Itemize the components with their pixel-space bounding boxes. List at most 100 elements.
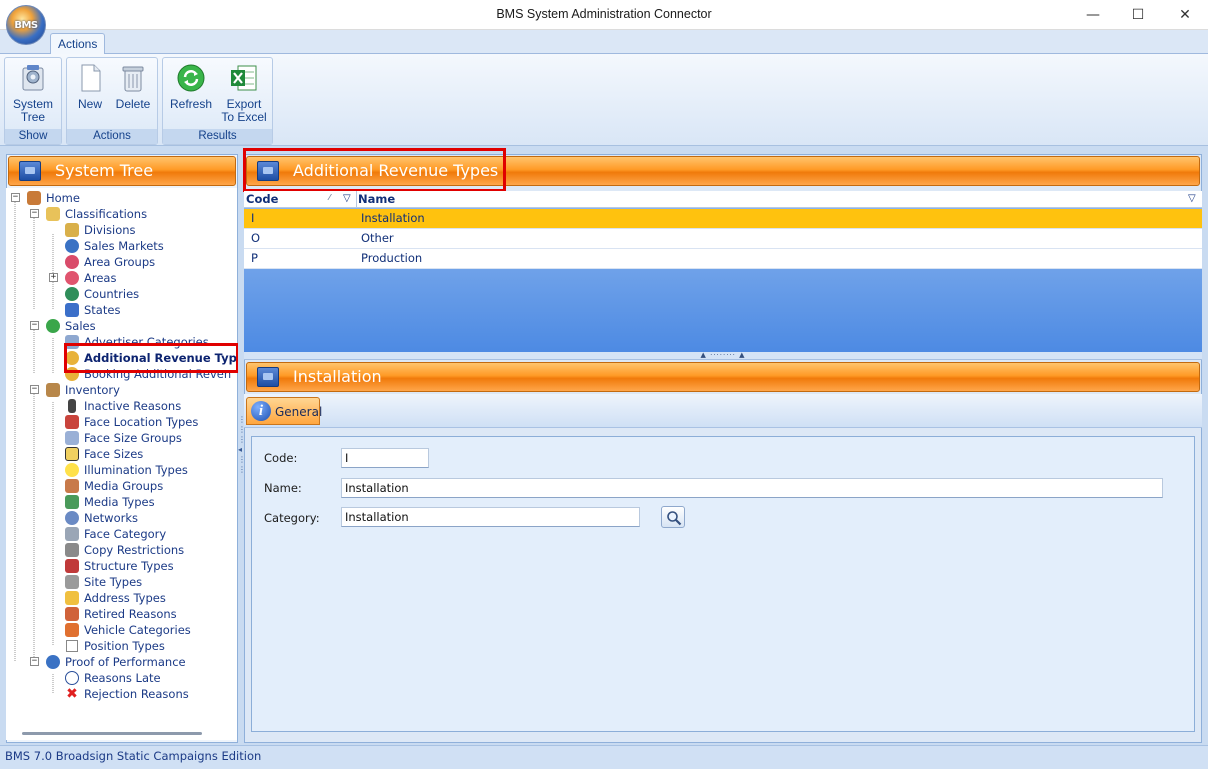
system-tree-button[interactable]: System Tree bbox=[9, 60, 57, 128]
globe-icon bbox=[65, 239, 79, 253]
retired-icon bbox=[65, 607, 79, 621]
expander-areas[interactable]: + bbox=[49, 273, 58, 282]
ribbon: System Tree Show New Delete Actions Refr… bbox=[0, 54, 1208, 146]
magnifier-icon bbox=[667, 511, 682, 526]
envelope-icon bbox=[65, 591, 79, 605]
category-icon bbox=[65, 335, 79, 349]
ribbon-tab-row: Actions bbox=[0, 30, 1208, 55]
system-tree-label-2: Tree bbox=[20, 110, 46, 124]
grid-title: Additional Revenue Types bbox=[293, 161, 499, 180]
expander-sales[interactable]: − bbox=[30, 321, 39, 330]
category-lookup-button[interactable] bbox=[661, 506, 685, 528]
puzzle-icon bbox=[65, 303, 79, 317]
expander-home[interactable]: − bbox=[11, 193, 20, 202]
expander-classifications[interactable]: − bbox=[30, 209, 39, 218]
folder-icon bbox=[257, 161, 279, 181]
column-header-code[interactable]: Code bbox=[246, 192, 278, 206]
trash-icon bbox=[122, 66, 144, 92]
filter-icon-name[interactable]: ▽ bbox=[1188, 193, 1196, 204]
ribbon-group-label-actions: Actions bbox=[67, 129, 157, 144]
coin-icon bbox=[65, 351, 79, 365]
media-types-icon bbox=[65, 495, 79, 509]
close-button[interactable]: ✕ bbox=[1162, 0, 1208, 30]
house-icon bbox=[65, 415, 79, 429]
structure-icon bbox=[65, 559, 79, 573]
traffic-light-icon bbox=[68, 399, 76, 413]
coin-icon bbox=[65, 367, 79, 381]
category-field[interactable]: Installation bbox=[341, 507, 640, 527]
network-icon bbox=[65, 511, 79, 525]
grid-header-bar: Additional Revenue Types bbox=[246, 156, 1200, 186]
ribbon-group-results: Refresh Export To Excel Results bbox=[162, 57, 273, 145]
code-field[interactable]: I bbox=[341, 448, 429, 468]
new-document-icon bbox=[81, 64, 101, 92]
face-category-icon bbox=[65, 527, 79, 541]
media-groups-icon bbox=[65, 479, 79, 493]
column-separator[interactable] bbox=[356, 191, 357, 208]
refresh-button[interactable]: Refresh bbox=[167, 60, 215, 128]
folder-icon bbox=[19, 161, 41, 181]
clock-icon bbox=[65, 671, 79, 685]
lock-icon bbox=[65, 543, 79, 557]
info-icon: i bbox=[251, 401, 271, 421]
divisions-icon bbox=[65, 223, 79, 237]
ribbon-group-show: System Tree Show bbox=[4, 57, 62, 145]
table-row[interactable]: O Other bbox=[244, 229, 1202, 249]
ribbon-group-label-show: Show bbox=[5, 129, 61, 144]
table-row[interactable]: P Production bbox=[244, 249, 1202, 269]
table-row[interactable]: I Installation bbox=[244, 209, 1202, 229]
filter-icon-code[interactable]: ▽ bbox=[343, 193, 351, 204]
ribbon-group-label-results: Results bbox=[163, 129, 272, 144]
ribbon-group-actions: New Delete Actions bbox=[66, 57, 158, 145]
tab-general[interactable]: i General bbox=[246, 397, 323, 425]
money-icon bbox=[46, 319, 60, 333]
new-button[interactable]: New bbox=[71, 60, 109, 128]
orb-logo-text: BMS bbox=[14, 19, 38, 31]
home-icon bbox=[27, 191, 41, 205]
resize-icon bbox=[65, 447, 79, 461]
window-title: BMS System Administration Connector bbox=[496, 7, 712, 21]
delete-label: Delete bbox=[115, 97, 151, 111]
globe-icon bbox=[46, 655, 60, 669]
tab-general-label: General bbox=[275, 405, 323, 419]
new-label: New bbox=[77, 97, 102, 111]
status-bar: BMS 7.0 Broadsign Static Campaigns Editi… bbox=[0, 745, 1208, 769]
detail-title: Installation bbox=[293, 367, 382, 386]
size-groups-icon bbox=[65, 431, 79, 445]
title-bar: BMS System Administration Connector — ☐ … bbox=[0, 0, 1208, 30]
name-field[interactable]: Installation bbox=[341, 478, 1163, 498]
category-label: Category: bbox=[264, 511, 320, 525]
area-groups-icon bbox=[65, 255, 79, 269]
horizontal-splitter[interactable]: ▲ ········ ▲ bbox=[244, 352, 1202, 360]
code-label: Code: bbox=[264, 451, 298, 465]
minimize-button[interactable]: — bbox=[1070, 0, 1116, 30]
expander-proof-of-performance[interactable]: − bbox=[30, 657, 39, 666]
refresh-icon bbox=[177, 64, 205, 92]
delete-button[interactable]: Delete bbox=[113, 60, 153, 128]
export-label-2: To Excel bbox=[221, 110, 267, 124]
system-tree-header: System Tree bbox=[8, 156, 236, 186]
detail-header-bar: Installation bbox=[246, 362, 1200, 392]
folder-icon bbox=[46, 207, 60, 221]
crosshair-icon bbox=[66, 640, 78, 652]
globe-icon bbox=[65, 287, 79, 301]
sort-icon[interactable]: ⁄ bbox=[329, 193, 330, 202]
expander-inventory[interactable]: − bbox=[30, 385, 39, 394]
app-orb-button[interactable]: BMS bbox=[6, 5, 46, 45]
grid-column-header: Code ⁄ ▽ Name ▽ bbox=[244, 191, 1202, 208]
tree-horizontal-scrollbar[interactable] bbox=[22, 732, 202, 735]
splitter-grip-icon: ▲ ········ ▲ bbox=[700, 351, 746, 359]
box-icon bbox=[46, 383, 60, 397]
detail-tab-strip: i General bbox=[244, 394, 1202, 428]
areas-icon bbox=[65, 271, 79, 285]
column-header-name[interactable]: Name bbox=[358, 192, 395, 206]
export-to-excel-button[interactable]: Export To Excel bbox=[219, 60, 269, 128]
collapse-grip-icon[interactable]: ⋮ ⋮ ⋮ ◂ ⋮ ⋮ bbox=[238, 415, 246, 485]
tab-actions[interactable]: Actions bbox=[50, 33, 106, 55]
red-x-icon: ✖ bbox=[66, 686, 78, 702]
excel-icon bbox=[231, 65, 257, 91]
bulb-icon bbox=[65, 463, 79, 477]
refresh-label: Refresh bbox=[169, 97, 213, 111]
revenue-types-grid: Code ⁄ ▽ Name ▽ I Installation O Other P… bbox=[244, 191, 1202, 352]
maximize-button[interactable]: ☐ bbox=[1115, 0, 1161, 30]
